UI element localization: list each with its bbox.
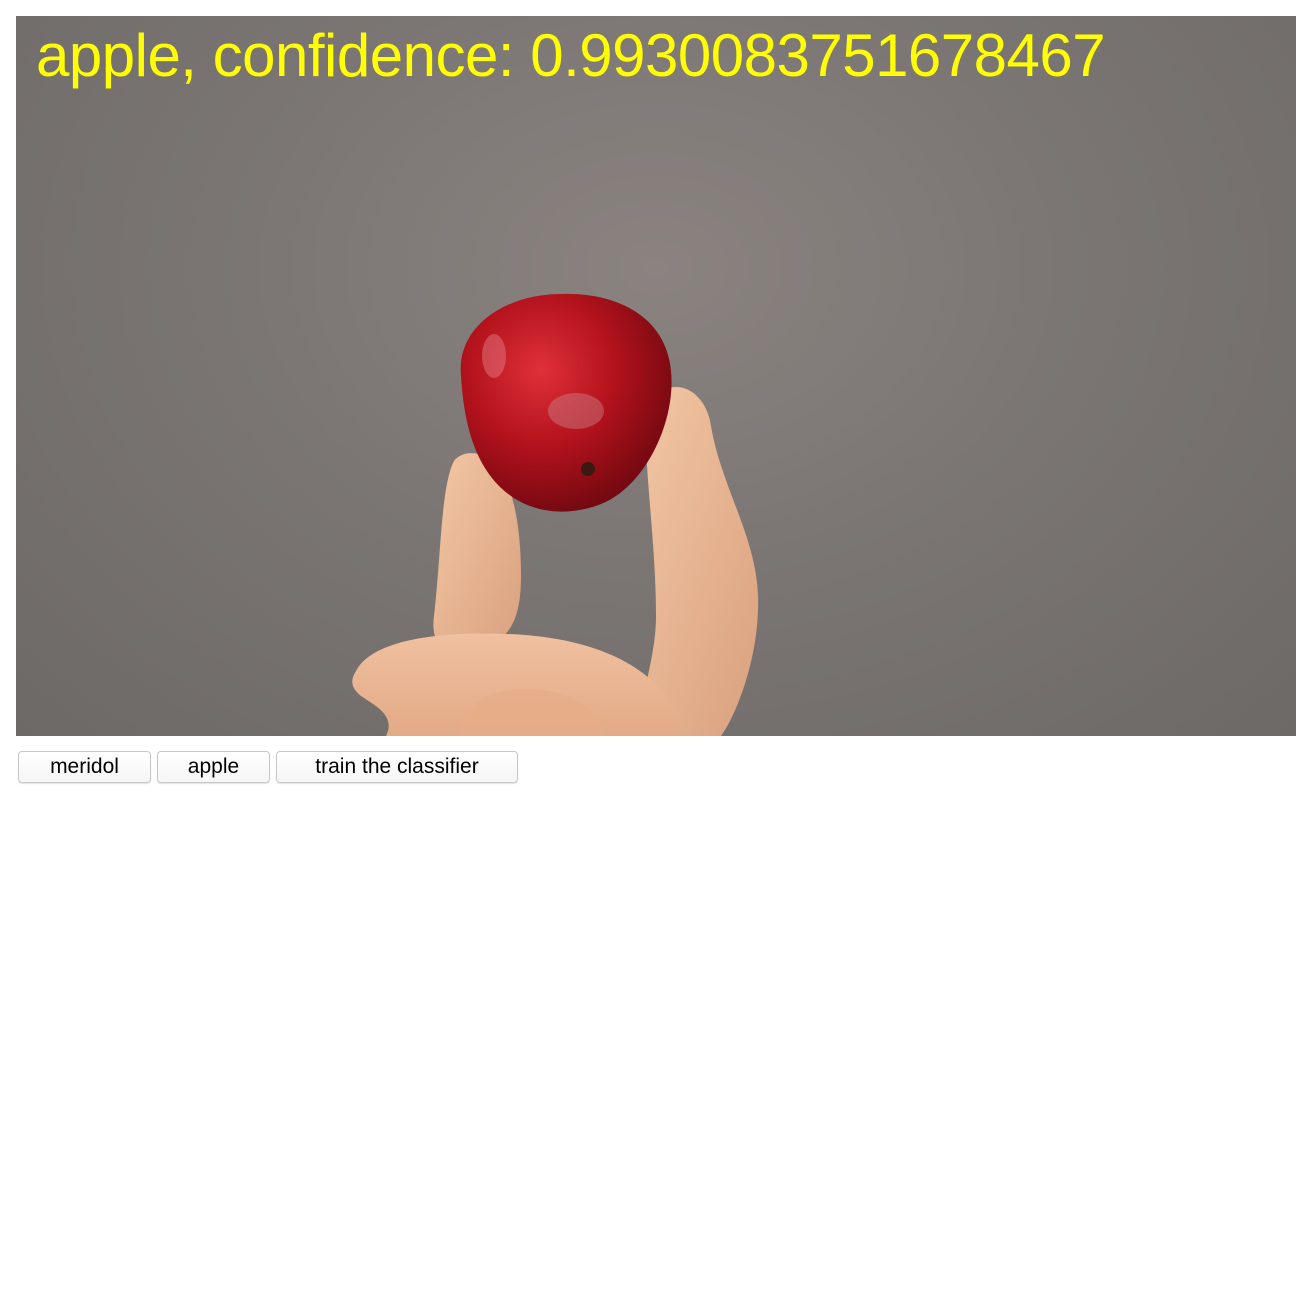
add-apple-example-button[interactable]: apple [157, 751, 270, 783]
prediction-label: apple, confidence: 0.9930083751678467 [36, 22, 1106, 89]
webcam-canvas: apple, confidence: 0.9930083751678467 [16, 16, 1296, 736]
add-meridol-example-button[interactable]: meridol [18, 751, 151, 783]
train-classifier-button[interactable]: train the classifier [276, 751, 518, 783]
classifier-controls: meridol apple train the classifier [18, 751, 518, 783]
webcam-frame [352, 293, 759, 736]
